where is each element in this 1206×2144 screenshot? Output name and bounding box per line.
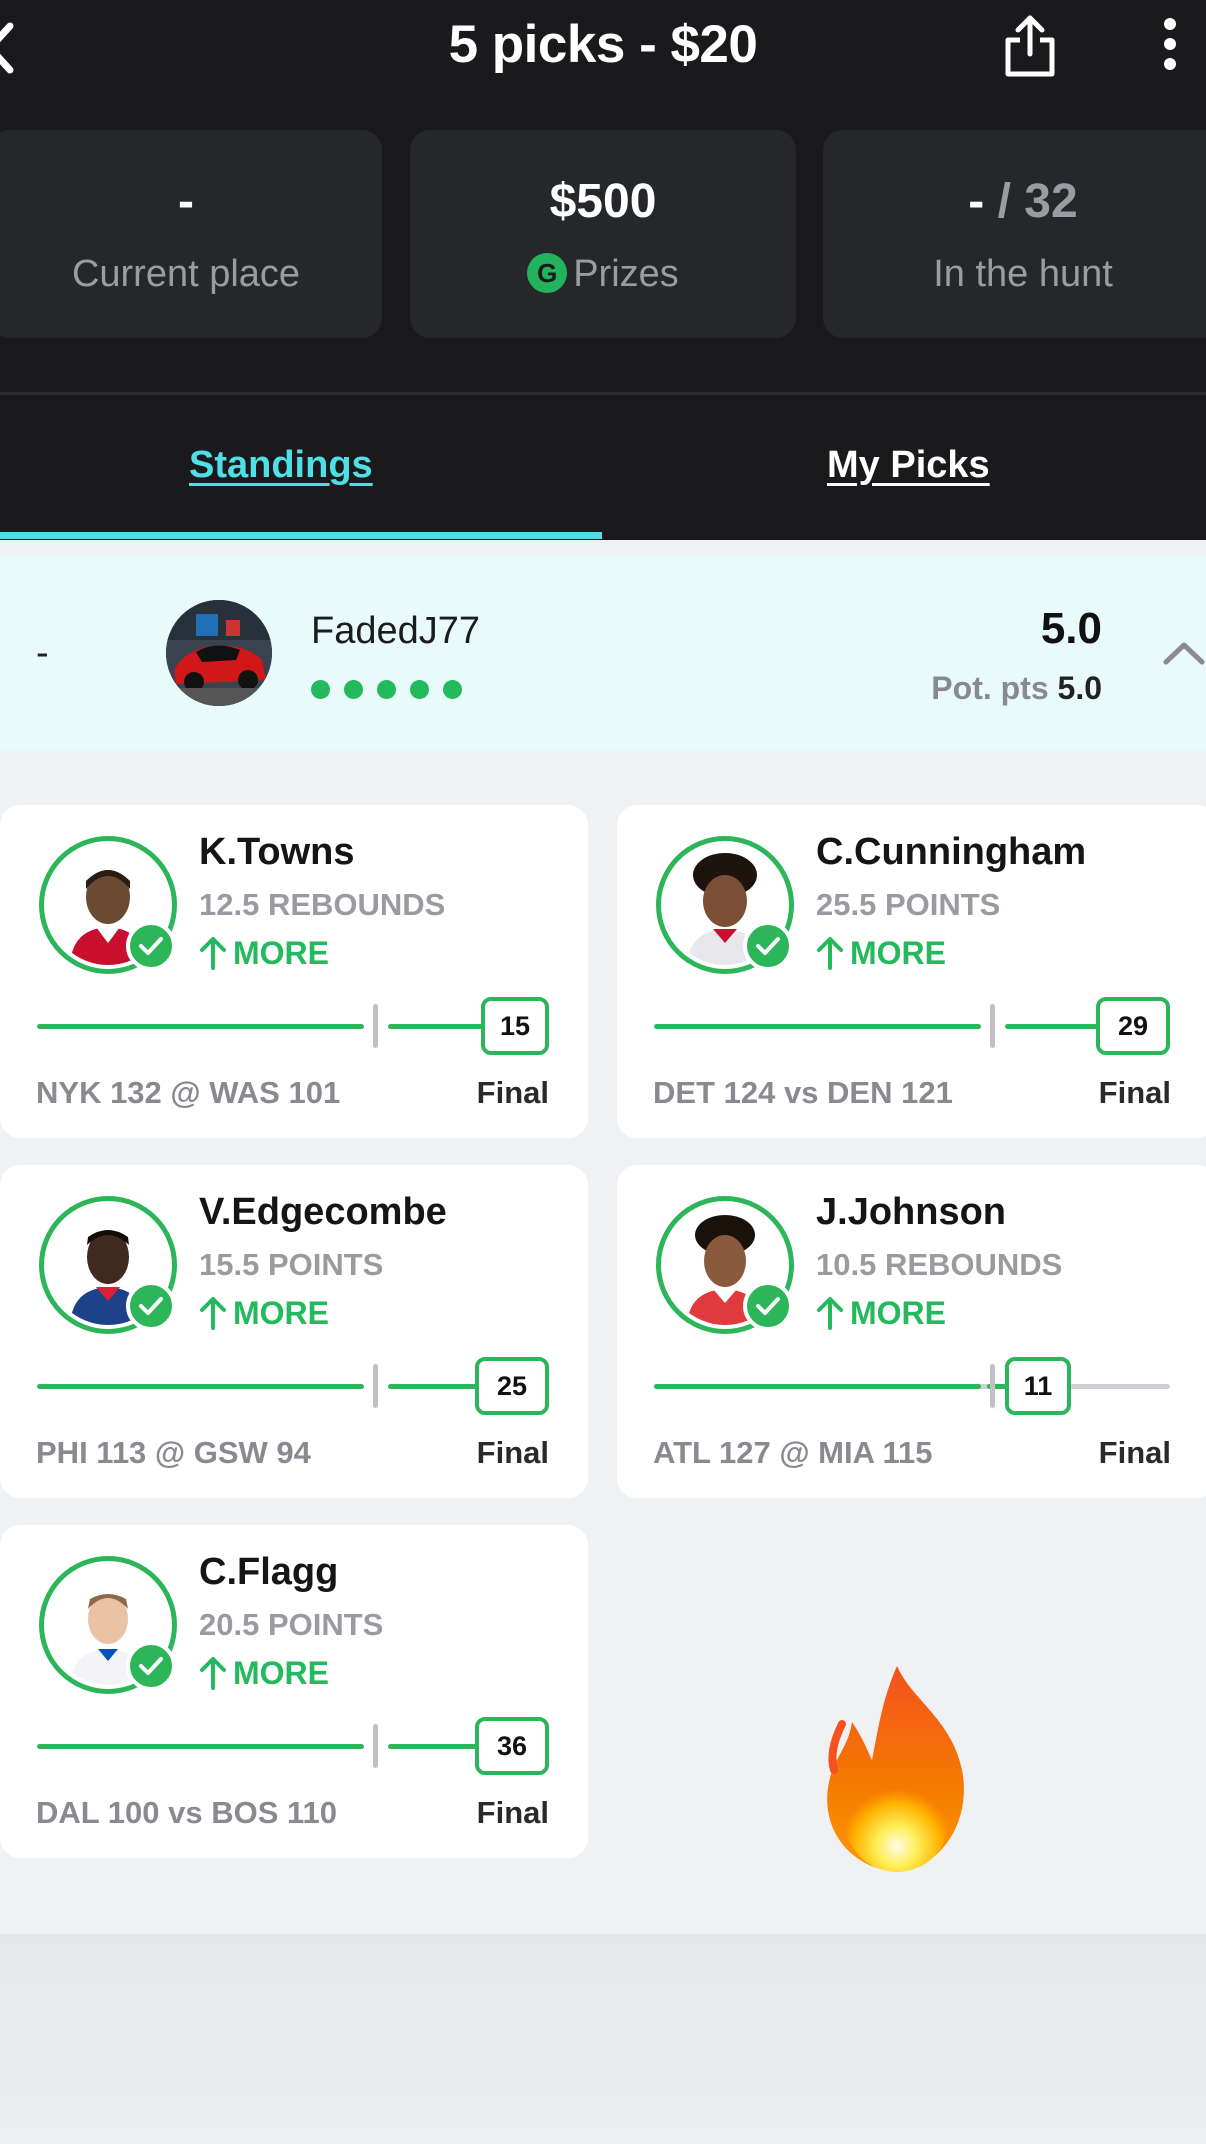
player-line: 20.5 POINTS — [199, 1607, 384, 1642]
game-score: DAL 100 vs BOS 110 — [36, 1795, 337, 1830]
progress-bar-fill — [388, 1744, 488, 1749]
progress-bar-fill — [654, 1024, 981, 1029]
pick-direction-label: MORE — [850, 1295, 946, 1331]
progress-bar-fill — [37, 1384, 364, 1389]
pick-card-c-cunningham[interactable]: C.Cunningham 25.5 POINTS MORE 29 DET 124… — [617, 805, 1206, 1138]
stat-current-place: - Current place — [0, 130, 382, 338]
game-score: ATL 127 @ MIA 115 — [653, 1435, 933, 1470]
actual-value: 15 — [481, 997, 549, 1055]
stat-prizes: $500 G Prizes — [410, 130, 796, 338]
tab-my-picks[interactable]: My Picks — [827, 444, 990, 487]
chevron-up-icon[interactable] — [1160, 638, 1206, 668]
pick-direction-label: MORE — [233, 935, 329, 971]
progress-bar-fill — [654, 1384, 981, 1389]
hunt-value: - / 32 — [823, 174, 1206, 229]
game-score: DET 124 vs DEN 121 — [653, 1075, 953, 1110]
potential-points-label: Pot. pts — [931, 670, 1058, 706]
check-icon — [743, 1281, 793, 1331]
avatar — [166, 600, 272, 706]
player-name: C.Cunningham — [816, 831, 1087, 873]
game-status: Final — [476, 1075, 549, 1110]
game-status: Final — [1098, 1435, 1171, 1470]
check-icon — [126, 1641, 176, 1691]
gold-coin-icon: G — [527, 253, 568, 293]
current-place-label: Current place — [71, 253, 301, 295]
potential-points-value: 5.0 — [1057, 670, 1102, 706]
divider — [0, 392, 1206, 395]
content-footer — [0, 1934, 1206, 2144]
pick-dot — [410, 680, 429, 699]
current-place-value: - — [178, 175, 194, 228]
tab-standings[interactable]: Standings — [189, 444, 373, 487]
hunt-label: In the hunt — [933, 253, 1113, 295]
player-name: V.Edgecombe — [199, 1191, 447, 1233]
pick-card-c-flagg[interactable]: C.Flagg 20.5 POINTS MORE 36 DAL 100 vs B… — [0, 1525, 588, 1858]
player-line: 10.5 REBOUNDS — [816, 1247, 1063, 1282]
line-marker — [373, 1364, 378, 1408]
prizes-value: $500 — [549, 175, 657, 228]
line-marker — [373, 1724, 378, 1768]
progress-bar-fill — [388, 1024, 488, 1029]
arrow-up-icon — [817, 937, 843, 970]
progress-bar-fill — [37, 1024, 364, 1029]
pick-card-v-edgecombe[interactable]: V.Edgecombe 15.5 POINTS MORE 25 PHI 113 … — [0, 1165, 588, 1498]
game-score: PHI 113 @ GSW 94 — [36, 1435, 311, 1470]
player-name: C.Flagg — [199, 1551, 339, 1593]
check-icon — [743, 921, 793, 971]
pick-direction: MORE — [816, 1295, 946, 1332]
pick-direction-label: MORE — [233, 1655, 329, 1691]
player-name: J.Johnson — [816, 1191, 1007, 1233]
active-tab-indicator — [0, 532, 602, 539]
player-line: 12.5 REBOUNDS — [199, 887, 446, 922]
prizes-label: Prizes — [573, 253, 679, 295]
user-score: 5.0 — [1040, 604, 1102, 653]
pick-direction: MORE — [816, 935, 946, 972]
user-rank: - — [36, 632, 49, 674]
player-name: K.Towns — [199, 831, 355, 873]
pick-direction-label: MORE — [850, 935, 946, 971]
pick-card-j-johnson[interactable]: J.Johnson 10.5 REBOUNDS MORE 11 ATL 127 … — [617, 1165, 1206, 1498]
progress-bar-fill — [388, 1384, 488, 1389]
player-line: 25.5 POINTS — [816, 887, 1001, 922]
line-marker — [990, 1004, 995, 1048]
player-line: 15.5 POINTS — [199, 1247, 384, 1282]
arrow-up-icon — [200, 1297, 226, 1330]
pick-dot — [377, 680, 396, 699]
pick-direction-label: MORE — [233, 1295, 329, 1331]
actual-value: 25 — [475, 1357, 549, 1415]
actual-value: 11 — [1005, 1357, 1071, 1415]
check-icon — [126, 921, 176, 971]
line-marker — [373, 1004, 378, 1048]
pick-dot — [443, 680, 462, 699]
pick-card-k-towns[interactable]: K.Towns 12.5 REBOUNDS MORE 15 NYK 132 @ … — [0, 805, 588, 1138]
line-marker — [990, 1364, 995, 1408]
game-score: NYK 132 @ WAS 101 — [36, 1075, 341, 1110]
check-icon — [126, 1281, 176, 1331]
fire-icon — [827, 1666, 964, 1872]
username: FadedJ77 — [311, 610, 481, 652]
actual-value: 29 — [1096, 997, 1170, 1055]
pick-dot — [344, 680, 363, 699]
arrow-up-icon — [200, 1657, 226, 1690]
app-header: 5 picks - $20 — [0, 0, 1206, 100]
hunt-value-main: - — [968, 175, 985, 228]
pick-result-dots — [311, 680, 476, 704]
progress-bar-fill — [37, 1744, 364, 1749]
arrow-up-icon — [817, 1297, 843, 1330]
potential-points: Pot. pts 5.0 — [931, 670, 1102, 707]
share-icon[interactable] — [1000, 12, 1060, 80]
game-status: Final — [1098, 1075, 1171, 1110]
pick-direction: MORE — [199, 1295, 329, 1332]
game-status: Final — [476, 1435, 549, 1470]
prizes-label-row: G Prizes — [410, 253, 796, 296]
hunt-value-total: / 32 — [984, 175, 1078, 228]
pick-direction: MORE — [199, 935, 329, 972]
actual-value: 36 — [475, 1717, 549, 1775]
pick-direction: MORE — [199, 1655, 329, 1692]
arrow-up-icon — [200, 937, 226, 970]
stat-in-the-hunt: - / 32 In the hunt — [823, 130, 1206, 338]
pick-dot — [311, 680, 330, 699]
game-status: Final — [476, 1795, 549, 1830]
more-vertical-icon[interactable] — [1150, 14, 1190, 74]
